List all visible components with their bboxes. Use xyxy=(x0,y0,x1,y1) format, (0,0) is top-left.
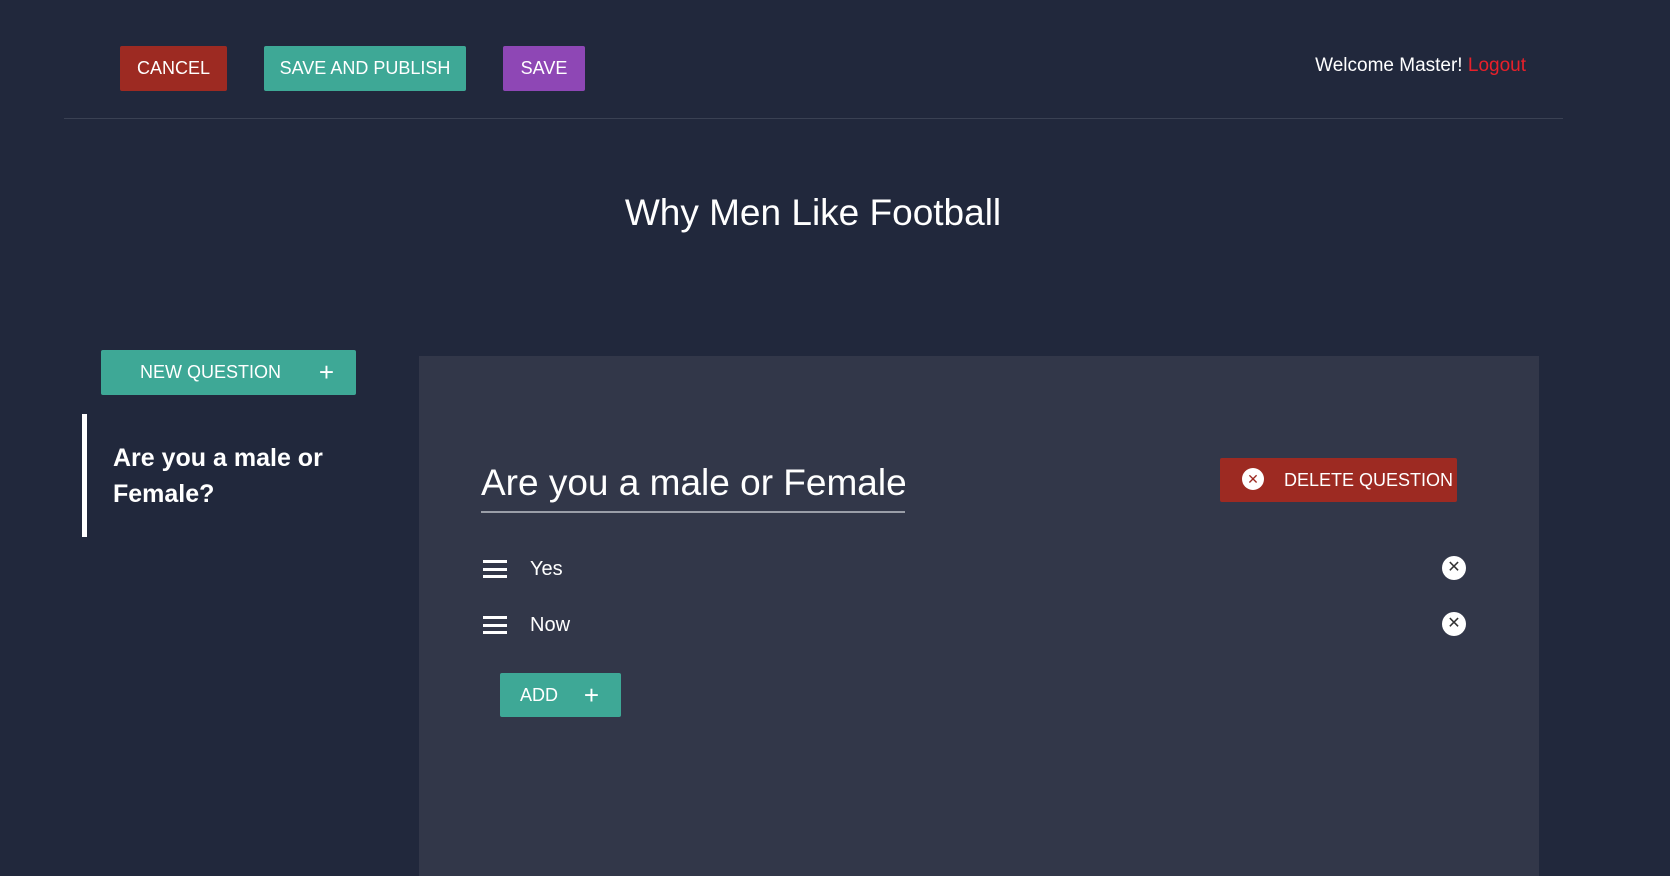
header-divider xyxy=(64,118,1563,119)
delete-question-label: DELETE QUESTION xyxy=(1284,469,1454,490)
cancel-button[interactable]: CANCEL xyxy=(120,46,227,91)
option-row: ✕ xyxy=(483,608,1483,642)
survey-title: Why Men Like Football xyxy=(624,192,1002,233)
close-circle-icon: ✕ xyxy=(1242,468,1264,490)
new-question-button[interactable]: NEW QUESTION + xyxy=(101,350,356,395)
option-input[interactable] xyxy=(530,613,1330,637)
option-input[interactable] xyxy=(530,557,1330,581)
welcome-text: Welcome Master! xyxy=(1315,55,1463,76)
save-and-publish-button[interactable]: SAVE AND PUBLISH xyxy=(264,46,466,91)
add-option-button[interactable]: ADD + xyxy=(500,673,621,717)
plus-icon: + xyxy=(318,357,334,387)
new-question-label: NEW QUESTION xyxy=(140,362,282,382)
add-label: ADD xyxy=(520,684,559,705)
plus-icon: + xyxy=(583,679,599,710)
option-row: ✕ xyxy=(483,552,1483,586)
drag-handle-icon[interactable] xyxy=(483,616,507,634)
delete-question-button[interactable]: ✕ DELETE QUESTION xyxy=(1220,458,1457,502)
question-editor-panel: ✕ DELETE QUESTION ✕ ✕ ADD + xyxy=(419,356,1539,876)
drag-handle-icon[interactable] xyxy=(483,560,507,578)
logout-link[interactable]: Logout xyxy=(1468,55,1526,76)
save-button[interactable]: SAVE xyxy=(503,46,585,91)
remove-option-icon[interactable]: ✕ xyxy=(1442,612,1466,636)
question-title-input[interactable] xyxy=(481,454,905,513)
sidebar-question-item[interactable]: Are you a male or Female? xyxy=(82,414,382,537)
remove-option-icon[interactable]: ✕ xyxy=(1442,556,1466,580)
welcome-message: Welcome Master! Logout xyxy=(1315,55,1526,77)
